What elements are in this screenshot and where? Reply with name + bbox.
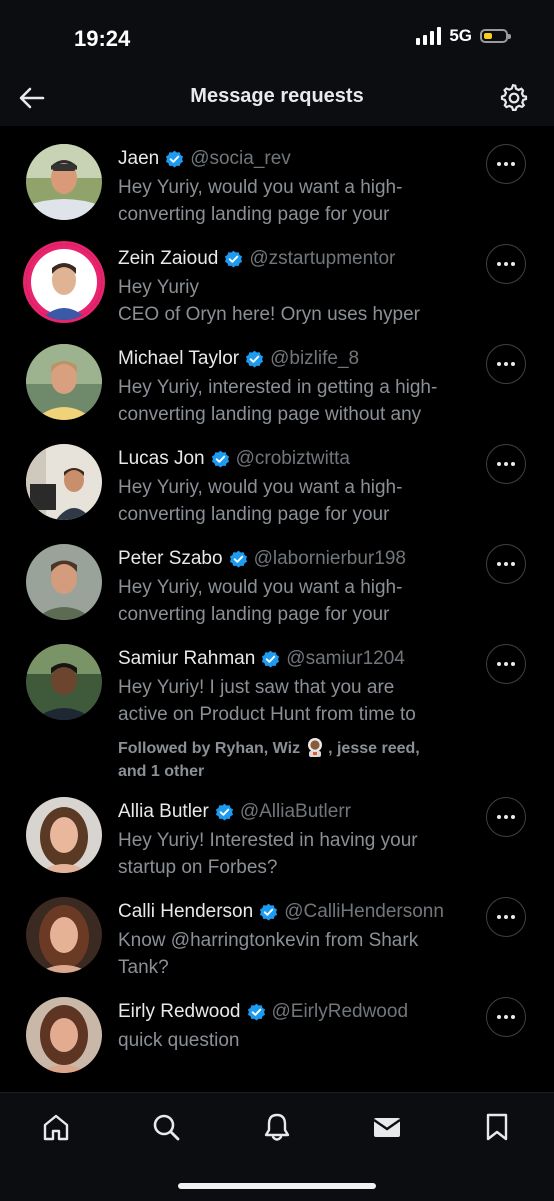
message-preview: Hey Yuriy! Interested in having your sta… xyxy=(118,830,418,878)
message-preview: quick question xyxy=(118,1030,240,1051)
sender-handle: @CalliHendersonn xyxy=(284,901,444,922)
more-options-button[interactable] xyxy=(486,544,526,584)
avatar xyxy=(26,544,102,620)
mail-icon xyxy=(373,1118,401,1137)
sender-name: Allia Butler xyxy=(118,801,209,822)
more-options-button[interactable] xyxy=(486,244,526,284)
status-bar: 19:24 5G xyxy=(0,0,554,72)
more-options-button[interactable] xyxy=(486,444,526,484)
avatar xyxy=(26,997,102,1073)
settings-button[interactable] xyxy=(498,82,530,114)
avatar xyxy=(26,444,102,520)
page-title: Message requests xyxy=(190,85,364,107)
page-header: Message requests xyxy=(0,72,554,126)
tab-messages[interactable] xyxy=(369,1109,405,1145)
avatar xyxy=(26,244,102,320)
home-icon xyxy=(43,1114,69,1141)
more-options-button[interactable] xyxy=(486,144,526,184)
sender-name: Peter Szabo xyxy=(118,548,223,569)
sender-name: Zein Zaioud xyxy=(118,248,219,269)
sender-handle: @EirlyRedwood xyxy=(271,1001,409,1022)
search-icon xyxy=(153,1114,180,1141)
message-preview: Hey Yuriy, interested in getting a high-… xyxy=(118,377,438,425)
more-options-button[interactable] xyxy=(486,797,526,837)
sender-handle: @AlliaButlerr xyxy=(239,801,351,822)
status-time: 19:24 xyxy=(74,26,131,51)
verified-badge-icon xyxy=(166,150,184,167)
verified-badge-icon xyxy=(262,650,280,667)
sender-name: Calli Henderson xyxy=(118,901,254,922)
sender-name: Jaen xyxy=(118,148,160,169)
tab-home[interactable] xyxy=(38,1109,74,1145)
message-preview: Hey Yuriy, would you want a high- conver… xyxy=(118,477,403,525)
verified-badge-icon xyxy=(246,350,264,367)
more-options-button[interactable] xyxy=(486,897,526,937)
tab-notifications[interactable] xyxy=(259,1109,295,1145)
more-options-button[interactable] xyxy=(486,644,526,684)
sender-name: Eirly Redwood xyxy=(118,1001,241,1022)
verified-badge-icon xyxy=(211,450,229,467)
gear-icon xyxy=(500,84,528,112)
tab-search[interactable] xyxy=(148,1109,184,1145)
astronaut-emoji-icon xyxy=(308,738,323,757)
message-preview: Hey Yuriy! I just saw that you are activ… xyxy=(118,677,416,725)
message-preview: Hey Yuriy, would you want a high- conver… xyxy=(118,577,403,625)
verified-badge-icon xyxy=(229,550,247,567)
avatar xyxy=(26,897,102,973)
sender-handle: @labornierbur198 xyxy=(253,548,406,569)
sender-handle: @socia_rev xyxy=(190,148,291,169)
message-preview: Hey Yuriy CEO of Oryn here! Oryn uses hy… xyxy=(118,277,421,325)
sender-handle: @bizlife_8 xyxy=(270,348,360,369)
sender-name: Samiur Rahman xyxy=(118,648,256,669)
more-options-button[interactable] xyxy=(486,344,526,384)
sender-handle: @zstartupmentor xyxy=(249,248,396,269)
more-options-button[interactable] xyxy=(486,997,526,1037)
followed-by-note: Followed by Ryhan, Wiz, jesse reed, and … xyxy=(118,737,476,783)
message-preview: Hey Yuriy, would you want a high- conver… xyxy=(118,177,403,225)
verified-badge-icon xyxy=(260,903,278,920)
sender-name: Michael Taylor xyxy=(118,348,240,369)
avatar xyxy=(26,797,102,873)
avatar xyxy=(26,144,102,220)
battery-icon xyxy=(480,29,511,43)
status-indicators: 5G xyxy=(416,26,511,46)
bookmark-icon xyxy=(486,1113,508,1141)
sender-name: Lucas Jon xyxy=(118,448,205,469)
signal-icon xyxy=(416,27,442,45)
home-indicator xyxy=(178,1183,376,1189)
sender-handle: @crobiztwitta xyxy=(235,448,350,469)
verified-badge-icon xyxy=(215,803,233,820)
avatar xyxy=(26,344,102,420)
verified-badge-icon xyxy=(225,250,243,267)
network-label: 5G xyxy=(449,26,472,45)
tab-bookmarks[interactable] xyxy=(479,1109,515,1145)
sender-handle: @samiur1204 xyxy=(286,648,405,669)
message-preview: Know @harringtonkevin from Shark Tank? xyxy=(118,930,419,978)
bell-icon xyxy=(264,1113,290,1141)
avatar xyxy=(26,644,102,720)
verified-badge-icon xyxy=(247,1003,265,1020)
